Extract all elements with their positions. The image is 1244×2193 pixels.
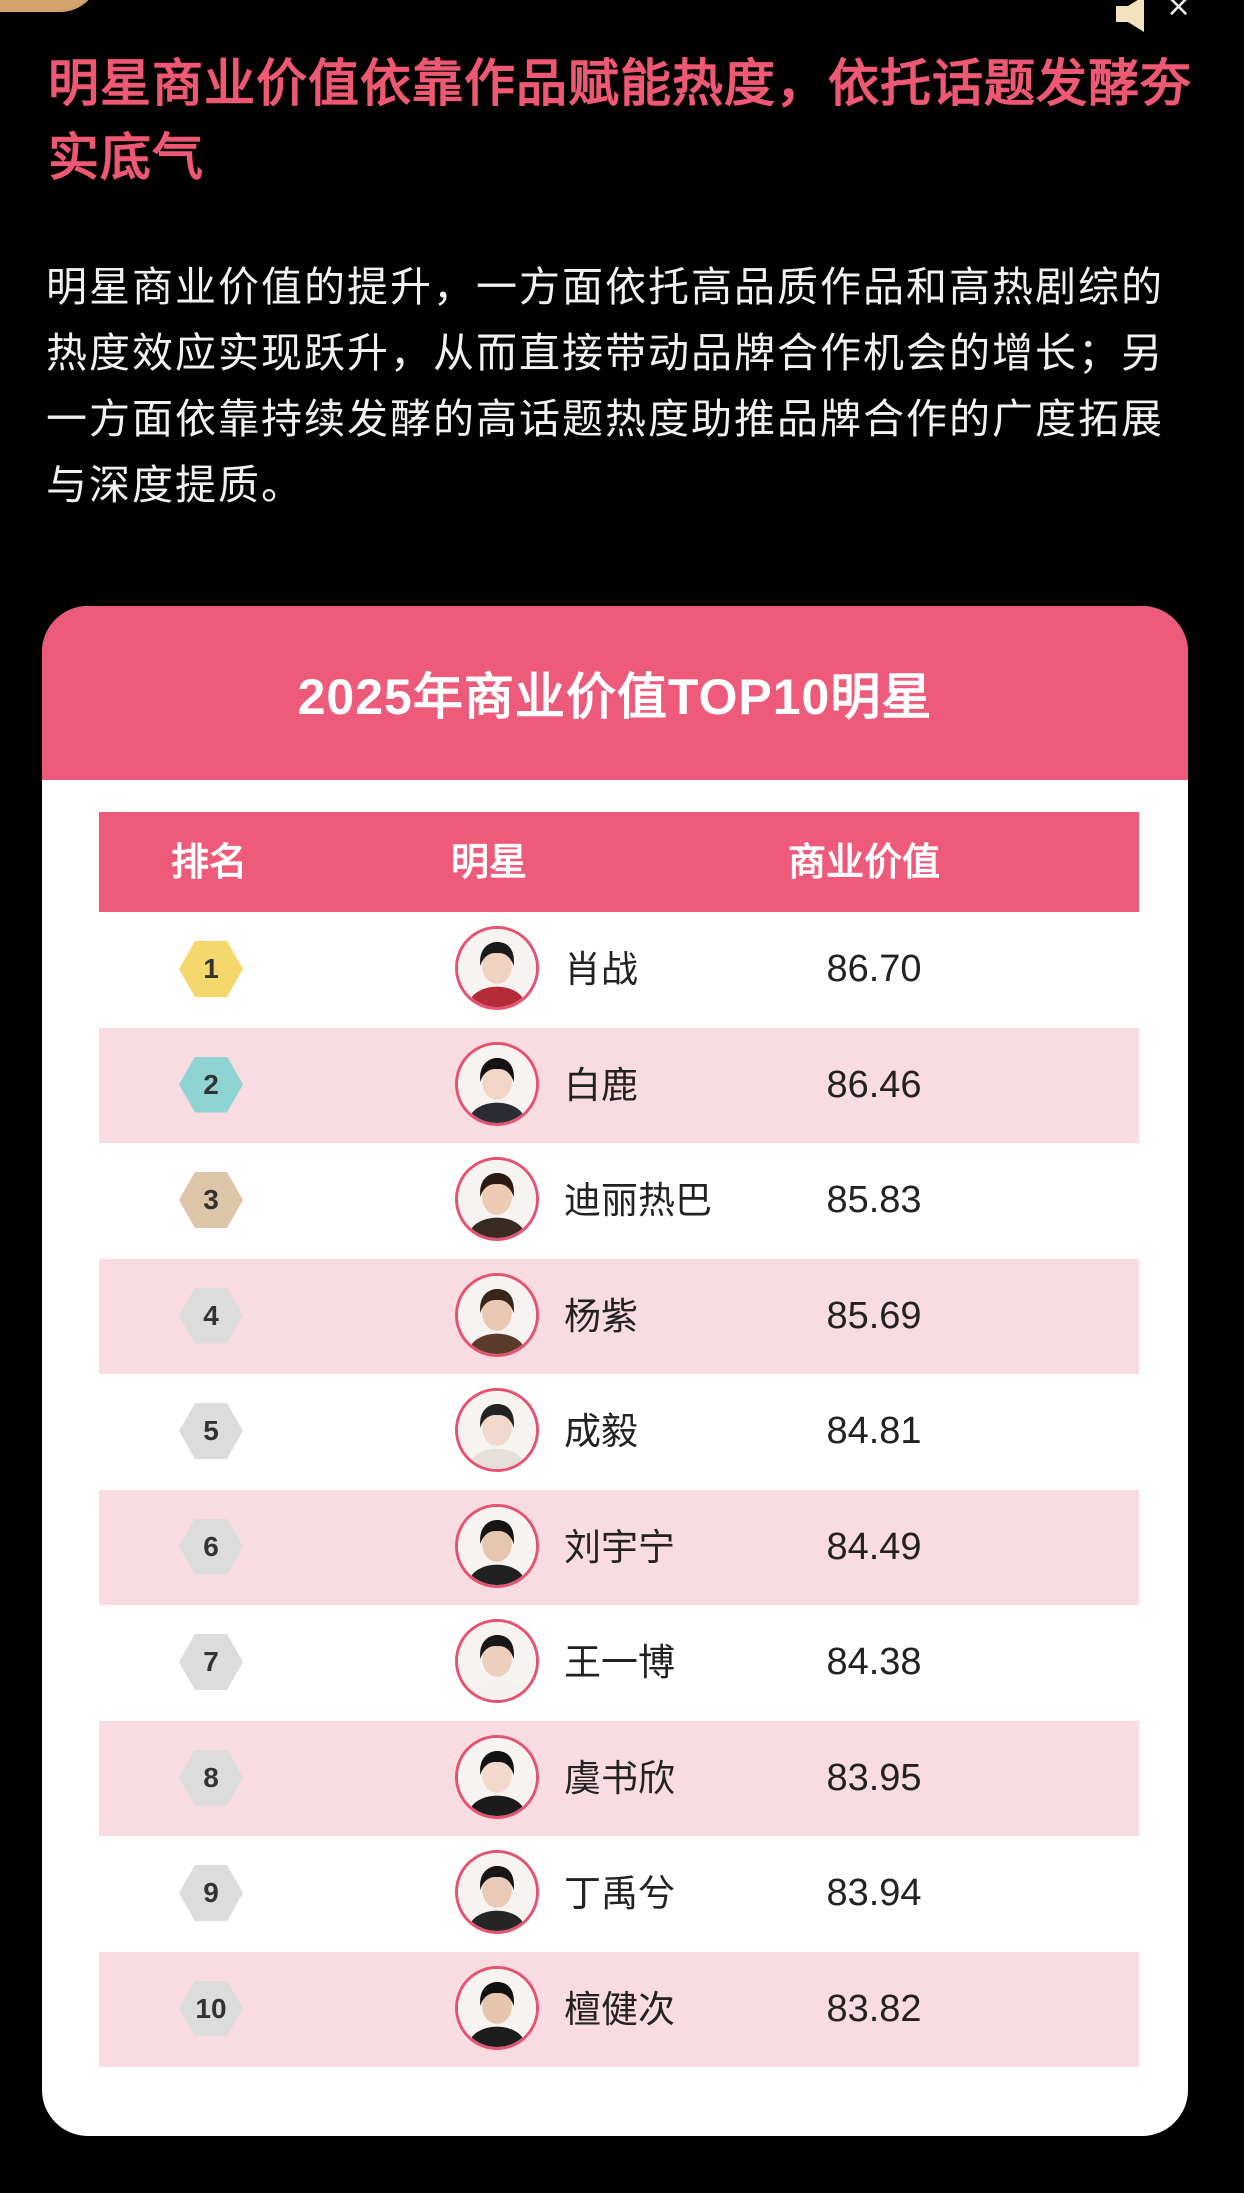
card-title: 2025年商业价值TOP10明星 [297, 669, 933, 725]
rank-badge: 6 [179, 1518, 243, 1575]
commercial-value: 85.69 [826, 1294, 922, 1337]
close-icon[interactable]: × [1166, 0, 1191, 22]
rank-badge: 9 [179, 1865, 243, 1921]
avatar [455, 1157, 539, 1241]
avatar [455, 1272, 539, 1357]
column-header-rank: 排名 [170, 840, 247, 884]
commercial-value: 83.94 [826, 1872, 922, 1914]
table-row: 1 肖战 86.70 [99, 912, 1139, 1028]
table-row: 4 杨紫 85.69 [99, 1258, 1139, 1374]
commercial-value: 84.49 [826, 1525, 922, 1568]
commercial-value: 86.70 [826, 948, 922, 990]
speaker-icon[interactable] [1114, 0, 1164, 34]
rank-badge: 8 [179, 1749, 243, 1806]
column-header-value: 商业价值 [787, 840, 940, 884]
column-header-star: 明星 [450, 840, 527, 884]
avatar [455, 1619, 539, 1703]
avatar [455, 1041, 539, 1126]
rank-badge: 4 [179, 1287, 243, 1344]
star-name: 肖战 [564, 948, 638, 991]
avatar [455, 1388, 539, 1472]
commercial-value: 83.95 [826, 1756, 922, 1799]
table-body: 1 肖战 86.70 2 白鹿 86.46 3 迪丽热巴 85.83 4 杨紫 85.69 5 成毅 84.… [99, 912, 1139, 2067]
commercial-value: 84.38 [826, 1641, 922, 1683]
ranking-table: 排名 明星 商业价值 1 肖战 86.70 2 白鹿 86.46 3 迪丽热巴 85.83 4 杨紫… [99, 812, 1139, 2067]
rank-badge: 3 [179, 1172, 243, 1228]
rank-badge: 2 [179, 1056, 243, 1113]
commercial-value: 83.82 [826, 1987, 922, 2030]
avatar [455, 1965, 539, 2050]
card-header: 2025年商业价值TOP10明星 [42, 606, 1188, 780]
top-right-controls: × [1114, 0, 1194, 34]
rank-badge: 10 [179, 1980, 243, 2037]
table-row: 7 王一博 84.38 [99, 1605, 1139, 1721]
star-name: 刘宇宁 [564, 1525, 675, 1569]
body-paragraph: 明星商业价值的提升，一方面依托高品质作品和高热剧综的热度效应实现跃升，从而直接带… [46, 263, 1164, 509]
avatar [455, 926, 539, 1010]
rank-badge: 1 [179, 941, 243, 997]
star-name: 王一博 [564, 1641, 675, 1684]
commercial-value: 86.46 [826, 1063, 922, 1106]
star-name: 迪丽热巴 [564, 1179, 712, 1222]
table-row: 5 成毅 84.81 [99, 1374, 1139, 1490]
avatar [455, 1734, 539, 1819]
rank-badge: 5 [179, 1403, 243, 1459]
star-name: 杨紫 [564, 1294, 638, 1338]
table-row: 9 丁禹兮 83.94 [99, 1836, 1139, 1952]
table-row: 2 白鹿 86.46 [99, 1027, 1139, 1143]
commercial-value: 84.81 [826, 1410, 922, 1452]
table-row: 3 迪丽热巴 85.83 [99, 1143, 1139, 1259]
commercial-value: 85.83 [826, 1179, 922, 1221]
avatar [455, 1503, 539, 1588]
star-name: 檀健次 [564, 1987, 675, 2031]
table-row: 6 刘宇宁 84.49 [99, 1489, 1139, 1605]
table-row: 10 檀健次 83.82 [99, 1951, 1139, 2067]
star-name: 丁禹兮 [564, 1872, 675, 1915]
table-header: 排名 明星 商业价值 [99, 812, 1139, 912]
ranking-card: 2025年商业价值TOP10明星 排名 明星 商业价值 1 肖战 86.70 2 白鹿 8… [42, 606, 1188, 2136]
headline: 明星商业价值依靠作品赋能热度，依托话题发酵夯实底气 [48, 55, 1193, 188]
star-name: 成毅 [564, 1410, 638, 1453]
table-row: 8 虞书欣 83.95 [99, 1720, 1139, 1836]
top-left-decoration [0, 0, 100, 12]
rank-badge: 7 [179, 1634, 243, 1690]
star-name: 虞书欣 [564, 1756, 675, 1800]
avatar [455, 1850, 539, 1934]
star-name: 白鹿 [564, 1063, 638, 1107]
